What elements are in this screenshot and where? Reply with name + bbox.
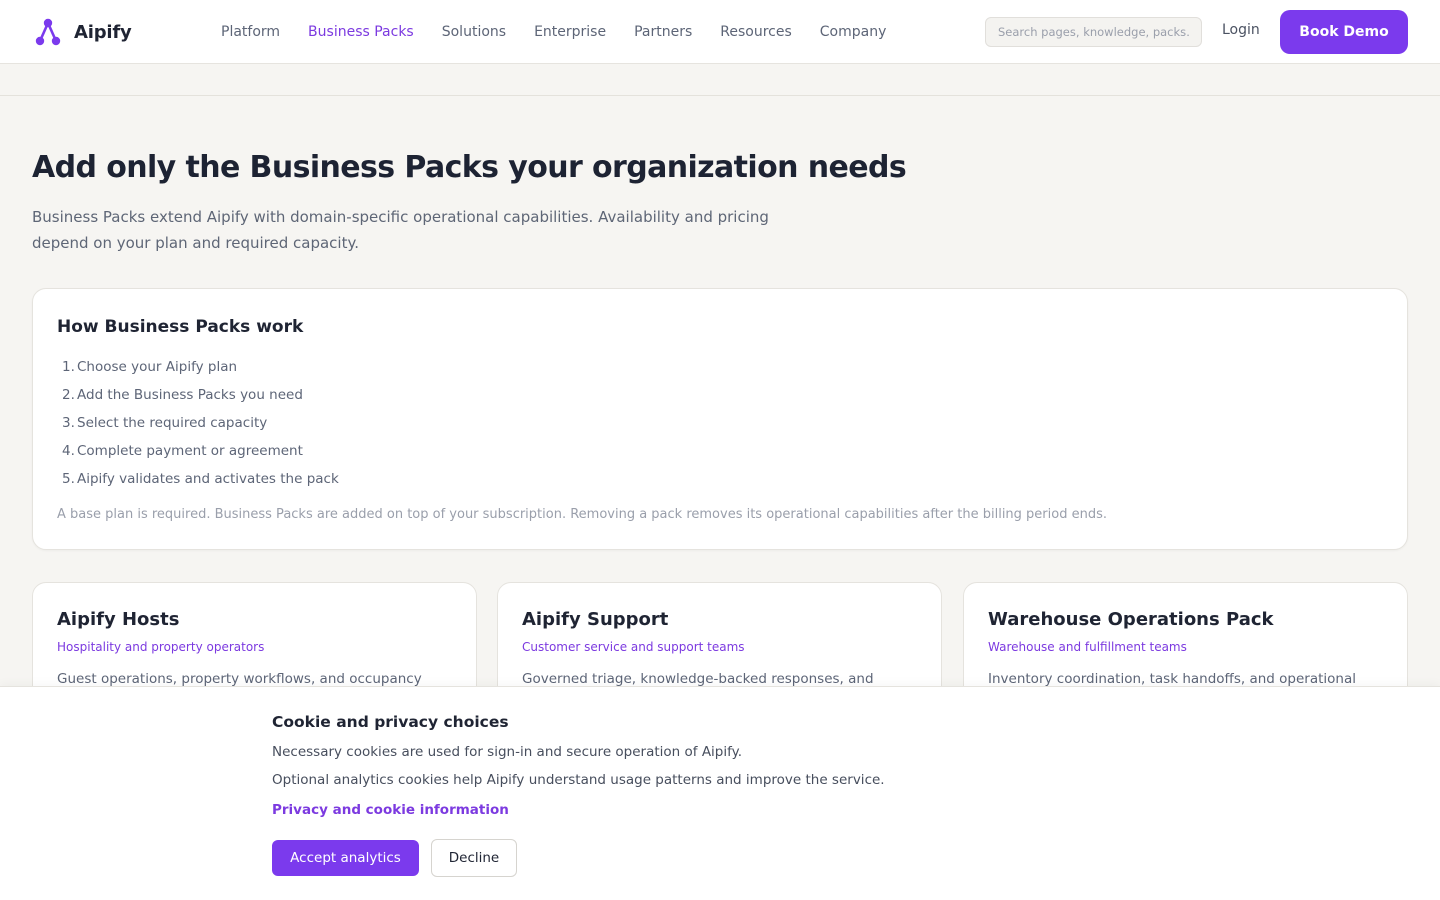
- nav-item-company[interactable]: Company: [820, 24, 887, 40]
- how-it-works-title: How Business Packs work: [57, 317, 304, 337]
- step-item: 2. Add the Business Packs you need: [57, 385, 339, 413]
- step-number: 3.: [62, 415, 75, 431]
- login-link[interactable]: Login: [1222, 22, 1260, 38]
- decline-button[interactable]: Decline: [431, 839, 517, 877]
- nav-item-solutions[interactable]: Solutions: [442, 24, 506, 40]
- nav-item-partners[interactable]: Partners: [634, 24, 692, 40]
- nav-item-business-packs[interactable]: Business Packs: [308, 24, 414, 40]
- accept-analytics-button[interactable]: Accept analytics: [272, 840, 419, 876]
- how-it-works-steps: 1. Choose your Aipify plan 2. Add the Busi…: [57, 357, 339, 497]
- page-subtitle: Business Packs extend Aipify with domain…: [32, 208, 769, 252]
- privacy-cookie-link[interactable]: Privacy and cookie information: [272, 802, 509, 818]
- nav-item-resources[interactable]: Resources: [720, 24, 792, 40]
- book-demo-button[interactable]: Book Demo: [1280, 10, 1408, 54]
- main-nav: Platform Business Packs Solutions Enterp…: [221, 0, 914, 64]
- step-text: Complete payment or agreement: [77, 443, 303, 459]
- pack-audience: Hospitality and property operators: [57, 640, 265, 654]
- brand-name: Aipify: [74, 21, 132, 43]
- how-it-works-note: A base plan is required. Business Packs …: [57, 507, 1107, 522]
- pack-audience: Customer service and support teams: [522, 640, 745, 654]
- step-item: 5. Aipify validates and activates the pac…: [57, 469, 339, 497]
- step-number: 5.: [62, 471, 75, 487]
- nav-item-enterprise[interactable]: Enterprise: [534, 24, 606, 40]
- brand-logo-link[interactable]: Aipify: [34, 17, 132, 47]
- step-text: Select the required capacity: [77, 415, 268, 431]
- pack-audience: Warehouse and fulfillment teams: [988, 640, 1187, 654]
- cookie-banner-title: Cookie and privacy choices: [272, 713, 509, 731]
- step-text: Add the Business Packs you need: [77, 387, 303, 403]
- step-number: 2.: [62, 387, 75, 403]
- step-number: 4.: [62, 443, 75, 459]
- aipify-logo-icon: [34, 17, 62, 47]
- pack-title: Aipify Hosts: [57, 609, 180, 630]
- step-text: Aipify validates and activates the pack: [77, 471, 339, 487]
- search-input[interactable]: [985, 17, 1202, 47]
- cookie-necessary-text: Necessary cookies are used for sign-in a…: [272, 744, 743, 760]
- how-it-works-card: How Business Packs work 1. Choose your Ai…: [32, 288, 1408, 550]
- site-header: Aipify Platform Business Packs Solutions…: [0, 0, 1440, 64]
- sub-header-bar: [0, 65, 1440, 96]
- cookie-banner: Cookie and privacy choices Necessary coo…: [0, 686, 1440, 900]
- page-title: Add only the Business Packs your organiz…: [32, 150, 907, 185]
- pack-title: Warehouse Operations Pack: [988, 609, 1274, 630]
- step-item: 3. Select the required capacity: [57, 413, 339, 441]
- step-number: 1.: [62, 359, 75, 375]
- cookie-analytics-text: Optional analytics cookies help Aipify u…: [272, 772, 885, 788]
- step-text: Choose your Aipify plan: [77, 359, 238, 375]
- nav-item-platform[interactable]: Platform: [221, 24, 280, 40]
- pack-title: Aipify Support: [522, 609, 669, 630]
- step-item: 1. Choose your Aipify plan: [57, 357, 339, 385]
- step-item: 4. Complete payment or agreement: [57, 441, 339, 469]
